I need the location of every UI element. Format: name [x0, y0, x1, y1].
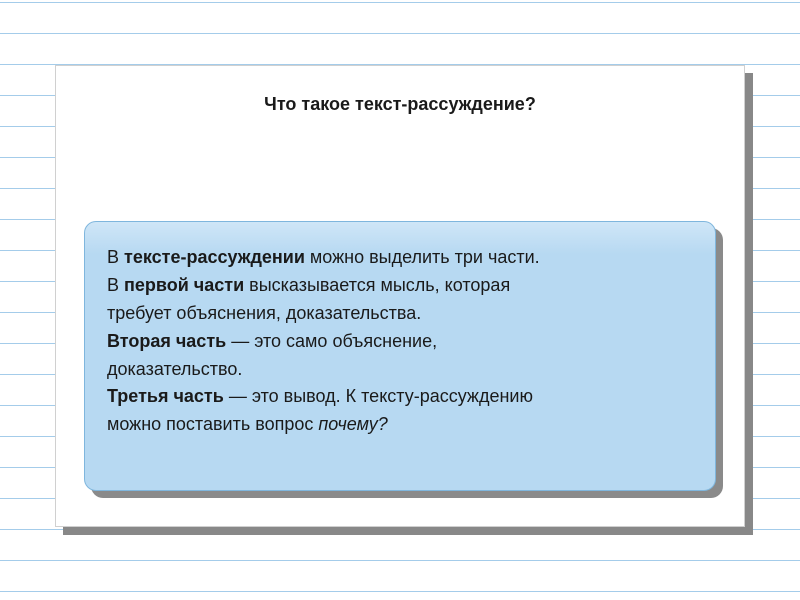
body-line-7: можно поставить вопрос почему?: [107, 411, 693, 439]
t: — это само объяснение,: [226, 331, 437, 351]
page-root: Что такое текст-рассуждение? В тексте-ра…: [0, 0, 800, 600]
t-bold: Третья часть: [107, 386, 224, 406]
body-line-6: Третья часть — это вывод. К тексту-рассу…: [107, 383, 693, 411]
body-line-1: В тексте-рассуждении можно выделить три …: [107, 244, 693, 272]
t: можно поставить вопрос: [107, 414, 318, 434]
body-line-3: требует объяснения, доказательства.: [107, 300, 693, 328]
callout-container: В тексте-рассуждении можно выделить три …: [84, 221, 716, 491]
t: можно выделить три части.: [305, 247, 540, 267]
slide-title: Что такое текст-рассуждение?: [56, 94, 744, 115]
body-line-4: Вторая часть — это само объяснение,: [107, 328, 693, 356]
t: — это вывод. К тексту-рассуждению: [224, 386, 533, 406]
t-bold: Вторая часть: [107, 331, 226, 351]
t-italic: почему?: [318, 414, 387, 434]
callout-body: В тексте-рассуждении можно выделить три …: [84, 221, 716, 491]
body-line-5: доказательство.: [107, 356, 693, 384]
t: В: [107, 275, 124, 295]
t: В: [107, 247, 124, 267]
t: высказывается мысль, которая: [244, 275, 510, 295]
slide-container: Что такое текст-рассуждение? В тексте-ра…: [55, 65, 745, 527]
t-bold: первой части: [124, 275, 244, 295]
body-line-2: В первой части высказывается мысль, кото…: [107, 272, 693, 300]
t-bold: тексте-рассуждении: [124, 247, 305, 267]
slide: Что такое текст-рассуждение? В тексте-ра…: [55, 65, 745, 527]
